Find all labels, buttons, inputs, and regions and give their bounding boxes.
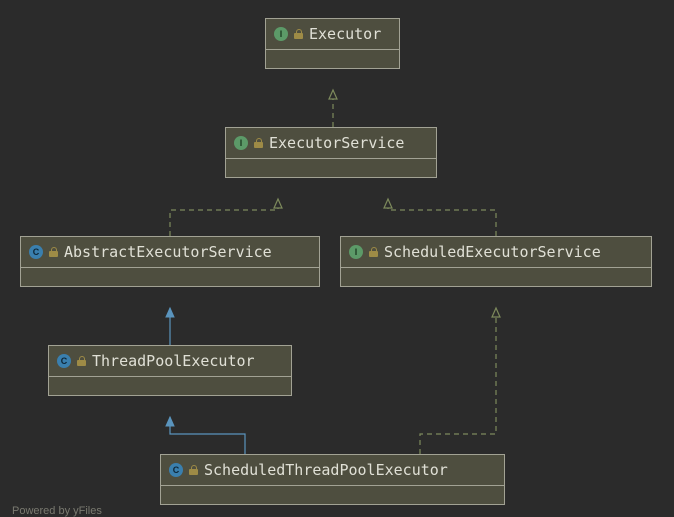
node-body [226, 158, 436, 177]
node-body [161, 485, 504, 504]
node-body [266, 49, 399, 68]
node-header: I ScheduledExecutorService [341, 237, 651, 267]
footer-credit: Powered by yFiles [12, 505, 102, 517]
edge-scheduledThreadPoolExecutor-to-scheduledExecutorService [420, 308, 496, 454]
class-icon: C [57, 354, 71, 368]
edge-abstractExecutorService-to-executorService [170, 199, 278, 236]
interface-icon: I [274, 27, 288, 41]
interface-icon: I [349, 245, 363, 259]
node-label: Executor [309, 25, 381, 43]
lock-icon [294, 29, 303, 39]
node-header: C AbstractExecutorService [21, 237, 319, 267]
node-header: C ThreadPoolExecutor [49, 346, 291, 376]
lock-icon [254, 138, 263, 148]
lock-icon [49, 247, 58, 257]
class-icon: C [169, 463, 183, 477]
node-label: AbstractExecutorService [64, 243, 272, 261]
node-executor[interactable]: I Executor [265, 18, 400, 69]
abstract-icon: C [29, 245, 43, 259]
node-body [49, 376, 291, 395]
node-body [21, 267, 319, 286]
node-label: ScheduledThreadPoolExecutor [204, 461, 448, 479]
node-label: ScheduledExecutorService [384, 243, 601, 261]
interface-icon: I [234, 136, 248, 150]
edge-scheduledExecutorService-to-executorService [388, 199, 496, 236]
node-executorService[interactable]: I ExecutorService [225, 127, 437, 178]
node-abstractExecutorService[interactable]: C AbstractExecutorService [20, 236, 320, 287]
lock-icon [369, 247, 378, 257]
edge-scheduledThreadPoolExecutor-to-threadPoolExecutor [170, 417, 245, 454]
node-body [341, 267, 651, 286]
node-label: ExecutorService [269, 134, 404, 152]
node-header: I ExecutorService [226, 128, 436, 158]
node-threadPoolExecutor[interactable]: C ThreadPoolExecutor [48, 345, 292, 396]
node-label: ThreadPoolExecutor [92, 352, 255, 370]
node-header: C ScheduledThreadPoolExecutor [161, 455, 504, 485]
node-scheduledThreadPoolExecutor[interactable]: C ScheduledThreadPoolExecutor [160, 454, 505, 505]
node-header: I Executor [266, 19, 399, 49]
lock-icon [189, 465, 198, 475]
lock-icon [77, 356, 86, 366]
node-scheduledExecutorService[interactable]: I ScheduledExecutorService [340, 236, 652, 287]
